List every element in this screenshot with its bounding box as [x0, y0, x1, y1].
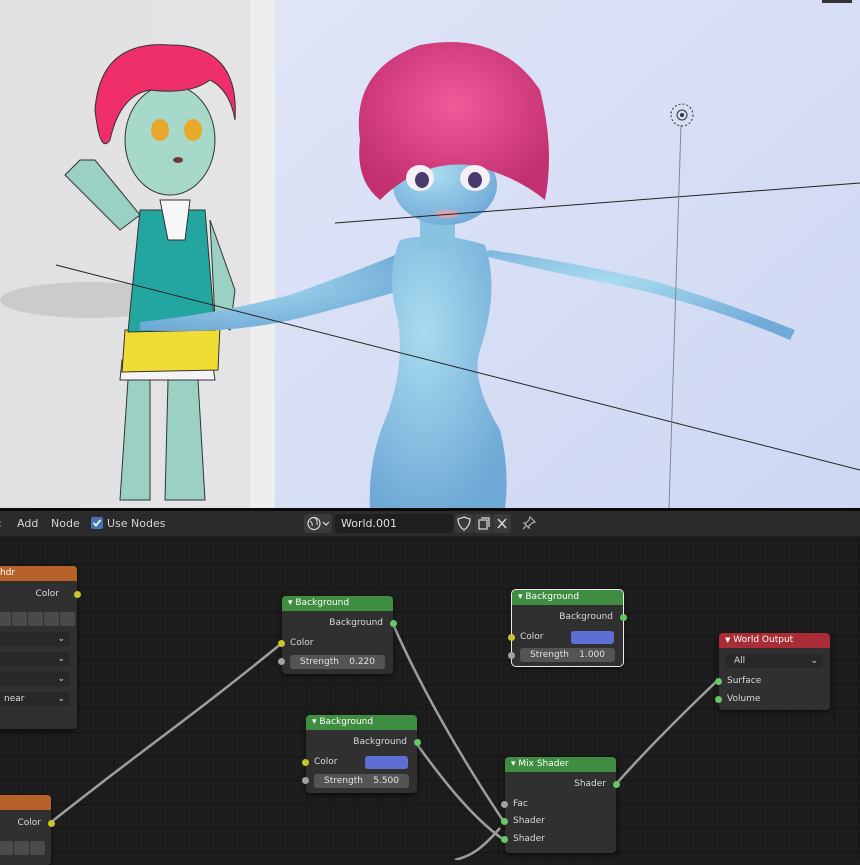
environment-texture-node-title: hdr	[0, 566, 77, 581]
menu-add[interactable]: Add	[17, 517, 38, 530]
output-surface-label: Surface	[727, 676, 762, 686]
env-output-color-label: Color	[35, 589, 60, 599]
background-node-1-title: ▾ Background	[282, 596, 393, 611]
output-target-value: All	[734, 656, 746, 666]
bg1-color-label: Color	[290, 638, 314, 648]
bg1-output-socket[interactable]	[390, 620, 397, 627]
bg2-strength-field[interactable]: Strength 1.000	[520, 648, 615, 662]
bg2-color-socket[interactable]	[508, 634, 515, 641]
unlink-close-icon[interactable]	[493, 514, 511, 533]
pin-icon[interactable]	[521, 515, 537, 534]
bg1-strength-label: Strength	[300, 657, 339, 667]
bg3-output-socket[interactable]	[414, 739, 421, 746]
folder-icon[interactable]	[14, 841, 29, 855]
bg3-strength-label: Strength	[324, 776, 363, 786]
mix-output-label: Shader	[574, 779, 606, 789]
bg2-output-socket[interactable]	[620, 614, 627, 621]
environment-texture-node-2[interactable]: Color	[0, 795, 55, 865]
bg3-output-label: Background	[353, 737, 407, 747]
bg2-strength-label: Strength	[530, 650, 569, 660]
shield-icon[interactable]	[12, 612, 27, 626]
bg3-strength-field[interactable]: Strength 5.500	[314, 774, 409, 788]
close-icon[interactable]	[30, 841, 45, 855]
bg1-color-socket[interactable]	[278, 640, 285, 647]
environment-texture-node[interactable]: hdr Color ⌄ ⌄ ⌄ near ⌄	[0, 566, 81, 729]
world-output-title-text: World Output	[733, 635, 794, 645]
background-node-2-title: ▾ Background	[512, 590, 623, 605]
bg1-strength-socket[interactable]	[278, 658, 285, 665]
bg2-color-label: Color	[520, 632, 544, 642]
world-browse-button[interactable]	[304, 514, 332, 533]
background-node-2[interactable]: ▾ Background Background Color Strength 1…	[508, 589, 627, 667]
bg3-color-label: Color	[314, 757, 338, 767]
collapse-arrow-icon[interactable]: ▼	[725, 636, 730, 644]
duplicate-icon[interactable]	[474, 514, 492, 533]
env-output-color-socket[interactable]	[74, 591, 81, 598]
mix-shader2-label: Shader	[513, 834, 545, 844]
env2-output-color-socket[interactable]	[48, 820, 55, 827]
env2-output-color-label: Color	[17, 818, 42, 828]
env-dropdown-3[interactable]: ⌄	[0, 672, 70, 686]
bg3-strength-socket[interactable]	[302, 777, 309, 784]
viewport-scene	[0, 0, 860, 508]
world-name-field[interactable]: World.001	[335, 514, 453, 533]
use-nodes-label: Use Nodes	[107, 517, 166, 530]
close-icon[interactable]	[60, 612, 75, 626]
env-interpolation-dropdown[interactable]: near ⌄	[0, 692, 70, 706]
3d-viewport[interactable]	[0, 0, 860, 508]
output-target-dropdown[interactable]: All ⌄	[726, 654, 823, 668]
env-dropdown-2[interactable]: ⌄	[0, 652, 70, 666]
fake-user-shield-icon[interactable]	[455, 514, 473, 533]
env-interpolation-value: near	[4, 694, 25, 704]
bg2-color-swatch[interactable]	[571, 631, 614, 644]
bg1-strength-field[interactable]: Strength 0.220	[290, 655, 385, 669]
mix-shader-node-title: ▾ Mix Shader	[505, 757, 616, 772]
world-output-node-title: ▼ World Output	[719, 633, 830, 648]
background-node-1[interactable]: ▾ Background Background Color Strength 0…	[278, 596, 397, 674]
world-output-node[interactable]: ▼ World Output All ⌄ Surface Volume	[715, 633, 830, 710]
mix-fac-label: Fac	[513, 799, 528, 809]
image-icon[interactable]	[0, 612, 11, 626]
folder-icon[interactable]	[44, 612, 59, 626]
bg2-output-label: Background	[559, 612, 613, 622]
output-volume-label: Volume	[727, 694, 761, 704]
mix-output-socket[interactable]	[613, 781, 620, 788]
duplicate-icon[interactable]	[0, 841, 13, 855]
env-dropdown-1[interactable]: ⌄	[0, 632, 70, 646]
bg3-color-socket[interactable]	[302, 759, 309, 766]
background-node-3-title: ▾ Background	[306, 715, 417, 730]
node-editor-header: : Add Node Use Nodes World.001	[0, 511, 860, 536]
mix-shader-node[interactable]: ▾ Mix Shader Shader Fac Shader Shader	[501, 757, 620, 853]
output-volume-socket[interactable]	[715, 696, 722, 703]
bg1-strength-value: 0.220	[349, 657, 375, 667]
environment-texture-node-2-header	[0, 795, 51, 810]
bg2-strength-socket[interactable]	[508, 652, 515, 659]
bg2-strength-value: 1.000	[579, 650, 605, 660]
mix-fac-socket[interactable]	[501, 801, 508, 808]
duplicate-icon[interactable]	[28, 612, 43, 626]
mix-shader1-label: Shader	[513, 816, 545, 826]
bg3-strength-value: 5.500	[373, 776, 399, 786]
use-nodes-checkbox[interactable]	[91, 517, 103, 529]
bg3-color-swatch[interactable]	[365, 756, 408, 769]
background-node-3[interactable]: ▾ Background Background Color Strength 5…	[302, 715, 421, 793]
env2-image-buttons	[0, 841, 50, 855]
output-surface-socket[interactable]	[715, 678, 722, 685]
menu-cut-icon[interactable]: :	[0, 517, 2, 530]
mix-shader1-socket[interactable]	[501, 818, 508, 825]
mix-shader2-socket[interactable]	[501, 836, 508, 843]
menu-node[interactable]: Node	[51, 517, 80, 530]
bg1-output-label: Background	[329, 618, 383, 628]
chevron-down-icon: ⌄	[810, 656, 818, 666]
world-globe-icon	[307, 516, 330, 531]
env-image-buttons	[0, 612, 75, 626]
